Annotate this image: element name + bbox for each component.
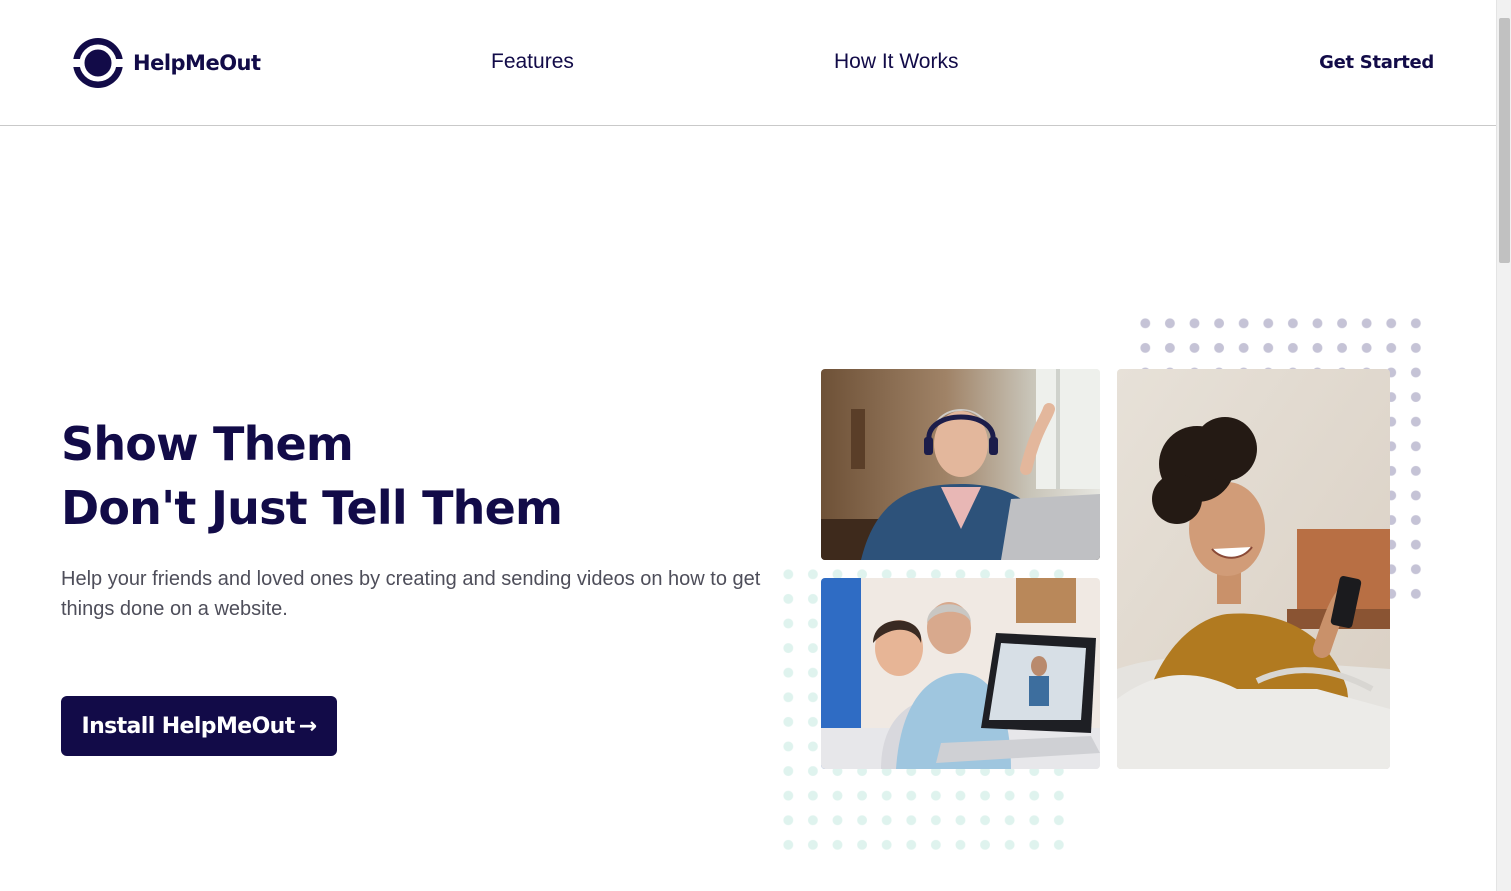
install-button[interactable]: Install HelpMeOut → bbox=[61, 696, 337, 756]
hero-subtitle: Help your friends and loved ones by crea… bbox=[61, 568, 761, 620]
install-button-label: Install HelpMeOut bbox=[81, 713, 295, 739]
hero-title: Show Them Don't Just Tell Them bbox=[61, 412, 563, 540]
arrow-right-icon: → bbox=[298, 713, 317, 739]
woman-smiling-phone-photo bbox=[1117, 369, 1390, 769]
get-started-link[interactable]: Get Started bbox=[1319, 52, 1434, 73]
nav-how-it-works-link[interactable]: How It Works bbox=[834, 50, 958, 74]
scrollbar-thumb[interactable] bbox=[1499, 18, 1510, 263]
grandfather-child-laptop-photo bbox=[821, 578, 1100, 769]
nav-features-link[interactable]: Features bbox=[491, 50, 574, 74]
logo-text: HelpMeOut bbox=[133, 51, 261, 75]
site-header: HelpMeOut Features How It Works Get Star… bbox=[0, 0, 1496, 126]
logo-icon bbox=[72, 38, 124, 88]
woman-laptop-headphones-photo bbox=[821, 369, 1100, 560]
hero-title-line-1: Show Them bbox=[61, 417, 354, 471]
logo-link[interactable]: HelpMeOut bbox=[72, 37, 261, 89]
hero-title-line-2: Don't Just Tell Them bbox=[61, 481, 563, 535]
page-scrollbar[interactable] bbox=[1496, 0, 1511, 891]
